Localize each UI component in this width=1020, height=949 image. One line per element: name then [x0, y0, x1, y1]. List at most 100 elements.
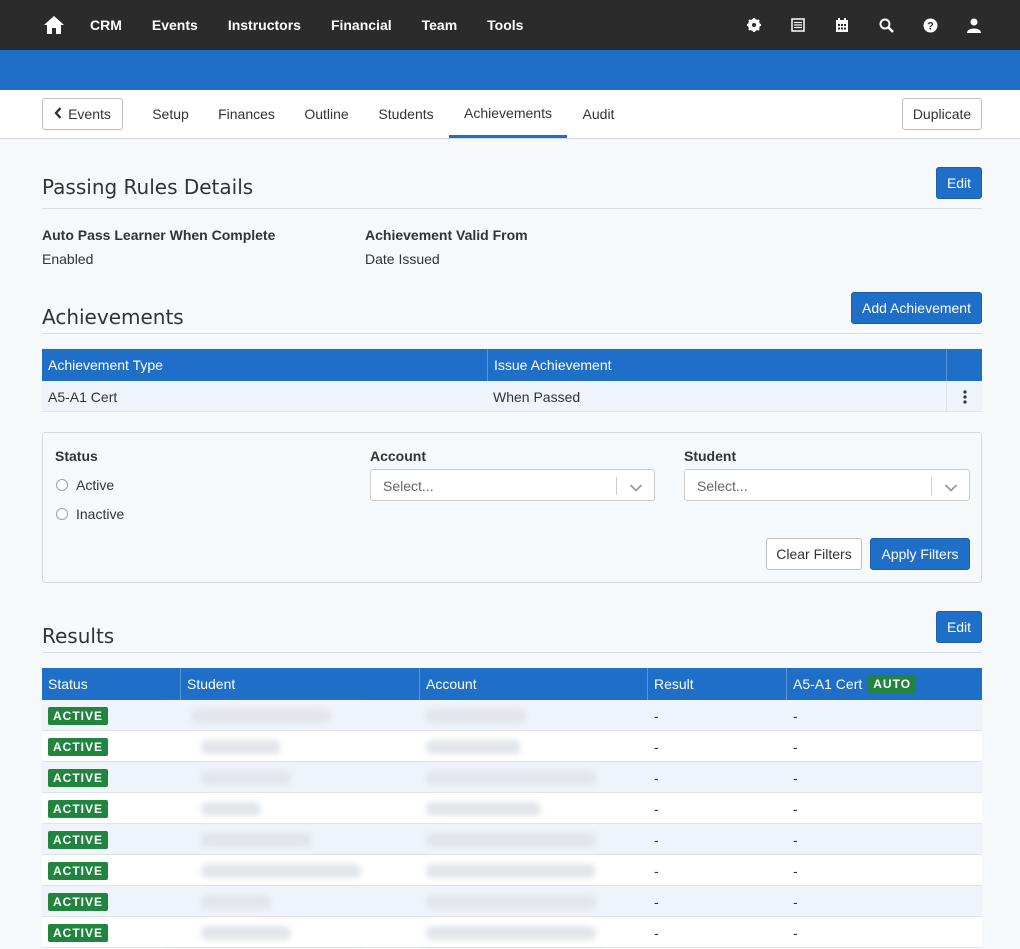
auto-badge: AUTO	[868, 675, 917, 693]
redacted-text	[201, 801, 261, 816]
auto-pass-value: Enabled	[42, 251, 94, 267]
redacted-text	[201, 770, 291, 785]
account-cell[interactable]	[420, 700, 648, 731]
achievements-title: Achievements	[42, 305, 184, 329]
student-cell[interactable]	[181, 762, 420, 793]
result-cell: -	[654, 800, 659, 817]
table-row[interactable]: ACTIVE - -	[42, 917, 982, 948]
account-select[interactable]: Select...	[370, 469, 655, 501]
account-cell[interactable]	[420, 731, 648, 762]
search-icon[interactable]	[864, 0, 908, 50]
passing-rules-edit-button[interactable]: Edit	[936, 167, 982, 199]
tab-finances[interactable]: Finances	[206, 90, 287, 138]
gear-icon[interactable]	[732, 0, 776, 50]
column-header-student[interactable]: Student	[181, 668, 420, 700]
cert-cell: -	[793, 924, 798, 941]
table-row[interactable]: ACTIVE - -	[42, 731, 982, 762]
add-achievement-button[interactable]: Add Achievement	[851, 292, 982, 324]
table-row[interactable]: ACTIVE - -	[42, 855, 982, 886]
filters-panel: Status Active Inactive Account Select...…	[42, 432, 982, 583]
nav-financial[interactable]: Financial	[316, 0, 407, 50]
redacted-text	[426, 770, 596, 785]
table-row[interactable]: ACTIVE - -	[42, 886, 982, 917]
cert-cell: -	[793, 738, 798, 755]
cert-cell: -	[793, 893, 798, 910]
user-icon[interactable]	[952, 0, 996, 50]
column-header-account[interactable]: Account	[420, 668, 648, 700]
tab-students[interactable]: Students	[366, 90, 446, 138]
table-row[interactable]: ACTIVE - -	[42, 762, 982, 793]
section-divider	[42, 208, 982, 209]
nav-instructors[interactable]: Instructors	[213, 0, 316, 50]
kebab-menu-icon[interactable]	[946, 381, 982, 412]
nav-events[interactable]: Events	[137, 0, 213, 50]
status-inactive-radio[interactable]: Inactive	[56, 506, 124, 522]
student-select[interactable]: Select...	[684, 469, 970, 501]
redacted-text	[426, 832, 596, 847]
duplicate-button[interactable]: Duplicate	[902, 98, 982, 130]
student-filter-label: Student	[684, 448, 737, 464]
select-placeholder: Select...	[383, 478, 434, 494]
apply-filters-button[interactable]: Apply Filters	[870, 538, 970, 570]
redacted-text	[426, 894, 596, 909]
nav-team[interactable]: Team	[407, 0, 473, 50]
clear-filters-button[interactable]: Clear Filters	[766, 538, 862, 570]
cert-cell: -	[793, 800, 798, 817]
tab-audit[interactable]: Audit	[572, 90, 625, 138]
redacted-text	[426, 863, 596, 878]
nav-crm[interactable]: CRM	[75, 0, 137, 50]
results-edit-button[interactable]: Edit	[936, 611, 982, 643]
student-cell[interactable]	[181, 700, 420, 731]
result-cell: -	[654, 924, 659, 941]
table-row[interactable]: ACTIVE - -	[42, 793, 982, 824]
list-icon[interactable]	[776, 0, 820, 50]
status-active-radio[interactable]: Active	[56, 477, 114, 493]
cert-column-label: A5-A1 Cert	[793, 676, 863, 692]
radio-circle-icon	[56, 479, 68, 491]
tab-achievements[interactable]: Achievements	[449, 90, 567, 138]
column-header-issue-achievement[interactable]: Issue Achievement	[488, 349, 947, 381]
calendar-icon[interactable]	[820, 0, 864, 50]
student-cell[interactable]	[181, 855, 420, 886]
account-cell[interactable]	[420, 793, 648, 824]
column-header-status[interactable]: Status	[42, 668, 181, 700]
student-cell[interactable]	[181, 917, 420, 948]
radio-circle-icon	[56, 508, 68, 520]
account-cell[interactable]	[420, 886, 648, 917]
student-cell[interactable]	[181, 793, 420, 824]
column-header-result[interactable]: Result	[648, 668, 787, 700]
table-row[interactable]: ACTIVE - -	[42, 700, 982, 731]
results-title: Results	[42, 624, 115, 648]
valid-from-value: Date Issued	[365, 251, 440, 267]
event-subnav: Events Setup Finances Outline Students A…	[0, 90, 1020, 139]
account-cell[interactable]	[420, 855, 648, 886]
table-row[interactable]: ACTIVE - -	[42, 824, 982, 855]
account-cell[interactable]	[420, 917, 648, 948]
status-badge: ACTIVE	[48, 706, 109, 725]
tab-outline[interactable]: Outline	[292, 90, 361, 138]
help-icon[interactable]: ?	[908, 0, 952, 50]
achievement-type-cell: A5-A1 Cert	[48, 388, 118, 405]
result-cell: -	[654, 707, 659, 724]
status-badge: ACTIVE	[48, 737, 109, 756]
nav-icon-group: ?	[732, 0, 996, 50]
select-separator	[931, 477, 932, 495]
back-button-label: Events	[68, 106, 111, 122]
table-row: A5-A1 Cert When Passed	[42, 381, 982, 412]
student-cell[interactable]	[181, 731, 420, 762]
tab-setup[interactable]: Setup	[140, 90, 201, 138]
column-header-actions	[947, 349, 982, 381]
back-to-events-button[interactable]: Events	[42, 98, 123, 130]
redacted-text	[191, 708, 331, 723]
account-cell[interactable]	[420, 824, 648, 855]
account-cell[interactable]	[420, 762, 648, 793]
account-filter-label: Account	[370, 448, 426, 464]
column-header-cert[interactable]: A5-A1 Cert AUTO	[787, 668, 982, 700]
student-cell[interactable]	[181, 886, 420, 917]
student-cell[interactable]	[181, 824, 420, 855]
home-icon[interactable]	[33, 0, 75, 50]
status-cell: ACTIVE	[42, 762, 109, 793]
issue-achievement-cell: When Passed	[493, 388, 581, 405]
nav-tools[interactable]: Tools	[472, 0, 538, 50]
column-header-achievement-type[interactable]: Achievement Type	[42, 349, 488, 381]
